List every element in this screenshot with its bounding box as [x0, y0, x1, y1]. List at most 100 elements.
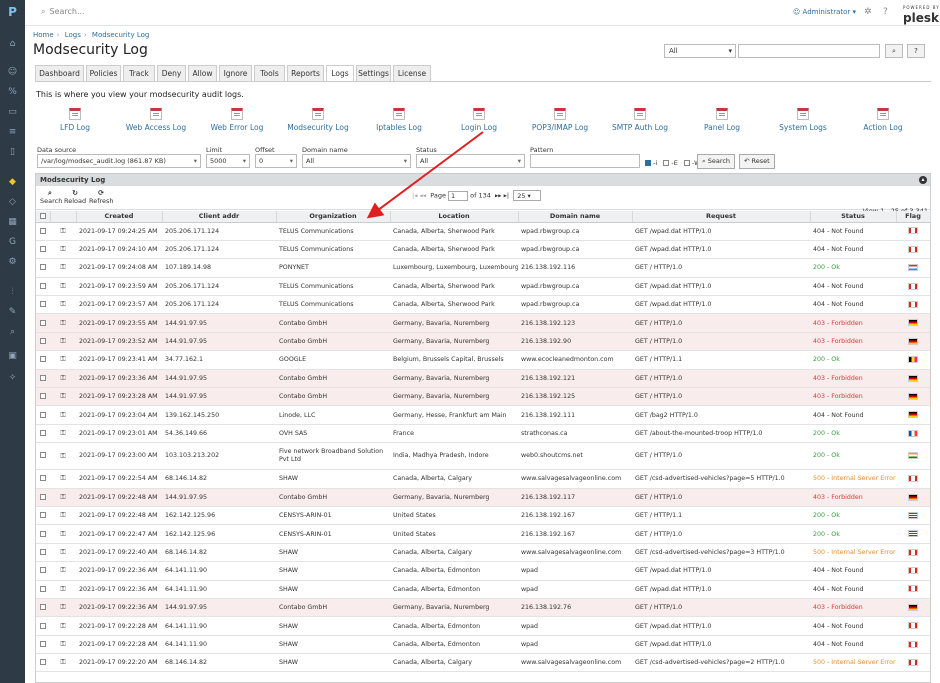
- plesk-logo-icon[interactable]: P: [6, 6, 19, 19]
- row-checkbox[interactable]: [40, 567, 46, 574]
- table-row[interactable]: ⚿ 2021-09-17 09:24:10 AM 205.206.171.124 TE…: [36, 240, 930, 260]
- user-menu[interactable]: ☺ Administrator ▾: [793, 8, 856, 16]
- column-flag[interactable]: Flag: [896, 211, 931, 223]
- row-checkbox[interactable]: [40, 622, 46, 629]
- row-checkbox[interactable]: [40, 374, 46, 381]
- column-created[interactable]: Created: [76, 211, 163, 223]
- table-row[interactable]: ⚿ 2021-09-17 09:24:08 AM 107.189.14.98 PONY…: [36, 258, 930, 278]
- key-icon[interactable]: ⚿: [60, 337, 65, 345]
- breadcrumb-logs[interactable]: Logs: [65, 31, 81, 39]
- table-row[interactable]: ⚿ 2021-09-17 09:22:36 AM 64.141.11.90 SHAW C…: [36, 561, 930, 581]
- checkbox[interactable]: [683, 160, 690, 166]
- table-row[interactable]: ⚿ 2021-09-17 09:22:47 AM 162.142.125.96 CEN…: [36, 524, 930, 544]
- tab-track[interactable]: Track: [123, 65, 155, 82]
- key-icon[interactable]: ⚿: [60, 374, 65, 382]
- row-checkbox[interactable]: [40, 393, 46, 400]
- next-page-icon[interactable]: ▸▸: [495, 192, 502, 200]
- sliders-icon[interactable]: ⫶: [6, 286, 19, 299]
- page-size-select[interactable]: 25 ▾: [513, 190, 542, 201]
- table-row[interactable]: ⚿ 2021-09-17 09:23:04 AM 139.162.145.250 Li…: [36, 405, 930, 425]
- row-checkbox[interactable]: [40, 411, 46, 418]
- log-link-login[interactable]: Login Log: [457, 108, 501, 132]
- collapse-icon[interactable]: ▴: [919, 176, 927, 184]
- key-icon[interactable]: ⚿: [60, 263, 65, 271]
- table-row[interactable]: ⚿ 2021-09-17 09:22:36 AM 144.91.97.95 Conta…: [36, 598, 930, 618]
- toolbar-reload-button[interactable]: ↻ Reload: [64, 189, 86, 205]
- filter-search-input[interactable]: [738, 44, 880, 58]
- key-icon[interactable]: ⚿: [60, 429, 65, 437]
- monitor-icon[interactable]: ▭: [6, 106, 19, 119]
- key-icon[interactable]: ⚿: [60, 640, 65, 648]
- puzzle-icon[interactable]: ◆: [6, 176, 19, 189]
- key-icon[interactable]: ⚿: [60, 658, 65, 666]
- log-link-modsecurity[interactable]: Modsecurity Log: [284, 108, 352, 132]
- row-checkbox[interactable]: [40, 530, 46, 537]
- key-icon[interactable]: ⚿: [60, 548, 65, 556]
- google-icon[interactable]: G: [6, 236, 19, 249]
- table-row[interactable]: ⚿ 2021-09-17 09:22:20 AM 68.146.14.82 SHAW C…: [36, 653, 930, 673]
- table-row[interactable]: ⚿ 2021-09-17 09:23:00 AM 103.103.213.202 Fi…: [36, 442, 930, 471]
- table-row[interactable]: ⚿ 2021-09-17 09:23:28 AM 144.91.97.95 Conta…: [36, 387, 930, 407]
- prev-page-icon[interactable]: ◂◂: [420, 192, 427, 200]
- row-checkbox[interactable]: [40, 604, 46, 611]
- row-checkbox[interactable]: [40, 585, 46, 592]
- row-checkbox[interactable]: [40, 452, 46, 459]
- log-link-iptables[interactable]: Iptables Log: [372, 108, 426, 132]
- tab-dashboard[interactable]: Dashboard: [35, 65, 84, 82]
- row-checkbox[interactable]: [40, 282, 46, 289]
- breadcrumb-modsecurity-log[interactable]: Modsecurity Log: [92, 31, 149, 39]
- log-link-action[interactable]: Action Log: [860, 108, 906, 132]
- log-link-lfd[interactable]: LFD Log: [56, 108, 94, 132]
- log-link-system[interactable]: System Logs: [775, 108, 831, 132]
- first-page-icon[interactable]: |◂: [412, 192, 417, 200]
- key-icon[interactable]: ⚿: [60, 566, 65, 574]
- user-icon[interactable]: ☺: [6, 66, 19, 79]
- tab-allow[interactable]: Allow: [188, 65, 217, 82]
- key-icon[interactable]: ⚿: [60, 300, 65, 308]
- gear-icon[interactable]: ⚙: [6, 256, 19, 269]
- tab-settings[interactable]: Settings: [356, 65, 391, 82]
- row-checkbox[interactable]: [40, 475, 46, 482]
- opt-e[interactable]: -E: [663, 159, 678, 167]
- home-icon[interactable]: ⌂: [6, 38, 19, 51]
- wrench-icon[interactable]: ✎: [6, 306, 19, 319]
- last-page-icon[interactable]: ▸|: [504, 192, 509, 200]
- key-icon[interactable]: ⚿: [60, 392, 65, 400]
- key-icon[interactable]: ⚿: [60, 452, 65, 460]
- tab-tools[interactable]: Tools: [254, 65, 285, 82]
- breadcrumb-home[interactable]: Home: [33, 31, 54, 39]
- table-row[interactable]: ⚿ 2021-09-17 09:23:01 AM 54.36.149.66 OVH S…: [36, 424, 930, 444]
- grid-icon[interactable]: ▦: [6, 216, 19, 229]
- row-checkbox[interactable]: [40, 548, 46, 555]
- toolbar-refresh-button[interactable]: ⟳ Refresh: [89, 189, 114, 205]
- row-checkbox[interactable]: [40, 512, 46, 519]
- key-icon[interactable]: ⚿: [60, 530, 65, 538]
- tab-ignore[interactable]: Ignore: [219, 65, 252, 82]
- row-checkbox[interactable]: [40, 493, 46, 500]
- book-icon[interactable]: ▯: [6, 146, 19, 159]
- toolbar-search-button[interactable]: ⌕ Search: [40, 189, 62, 205]
- row-checkbox[interactable]: [40, 301, 46, 308]
- table-row[interactable]: ⚿ 2021-09-17 09:23:36 AM 144.91.97.95 Conta…: [36, 369, 930, 389]
- table-row[interactable]: ⚿ 2021-09-17 09:23:41 AM 34.77.162.1 GOOGLE…: [36, 350, 930, 370]
- filter-search-button[interactable]: ⌕: [885, 44, 903, 58]
- row-checkbox[interactable]: [40, 246, 46, 253]
- table-row[interactable]: ⚿ 2021-09-17 09:23:59 AM 205.206.171.124 TE…: [36, 277, 930, 297]
- tab-reports[interactable]: Reports: [287, 65, 324, 82]
- tab-policies[interactable]: Policies: [86, 65, 121, 82]
- scope-select[interactable]: All ▾: [664, 44, 736, 58]
- domain-select[interactable]: All: [302, 154, 411, 168]
- log-link-pop3-imap[interactable]: POP3/IMAP Log: [528, 108, 592, 132]
- row-checkbox[interactable]: [40, 264, 46, 271]
- table-row[interactable]: ⚿ 2021-09-17 09:23:52 AM 144.91.97.95 Conta…: [36, 332, 930, 352]
- page-input[interactable]: 1: [448, 190, 469, 201]
- row-checkbox[interactable]: [40, 429, 46, 436]
- checkbox[interactable]: [645, 160, 651, 166]
- checkbox[interactable]: [663, 160, 670, 166]
- column-client-addr[interactable]: Client addr: [162, 211, 277, 223]
- table-row[interactable]: ⚿ 2021-09-17 09:22:54 AM 68.146.14.82 SHAW C…: [36, 469, 930, 489]
- table-row[interactable]: ⚿ 2021-09-17 09:24:25 AM 205.206.171.124 TE…: [36, 222, 930, 241]
- key-icon[interactable]: ⚿: [60, 282, 65, 290]
- table-row[interactable]: ⚿ 2021-09-17 09:22:36 AM 64.141.11.90 SHAW C…: [36, 580, 930, 599]
- row-checkbox[interactable]: [40, 356, 46, 363]
